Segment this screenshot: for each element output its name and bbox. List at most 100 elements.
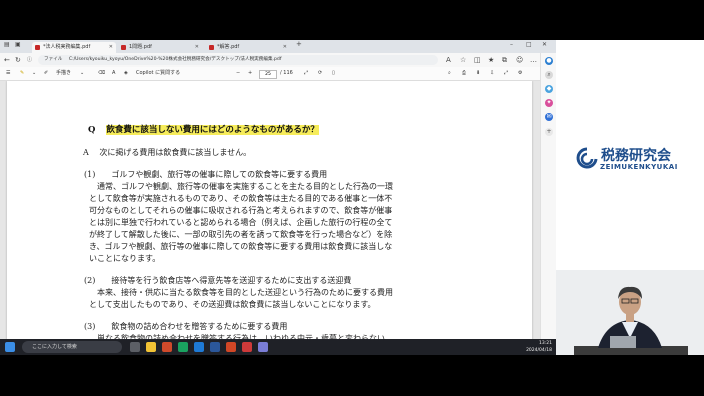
body-line: として飲食等が実施されるものであり、その飲食等は主たる目的である催事と一体不 (89, 194, 393, 203)
powerpoint-icon[interactable] (226, 342, 236, 352)
item-heading: (3) 飲食物の詰め合わせを贈答するために要する費用 (84, 322, 288, 331)
text-icon[interactable]: A (112, 68, 115, 79)
file-label: ファイル (44, 57, 63, 62)
clock-time: 13:21 (539, 341, 552, 346)
refresh-icon[interactable]: ↻ (15, 55, 21, 65)
page-view-icon[interactable]: ▯ (332, 68, 335, 79)
info-icon[interactable]: ⓘ (27, 55, 32, 65)
split-screen-icon[interactable]: ◫ (474, 55, 481, 65)
contents-icon[interactable]: ☰ (6, 68, 10, 79)
page-number-input[interactable]: 25 (259, 70, 277, 79)
pdf-icon (35, 45, 40, 50)
tab-pdf-1[interactable]: *法人税実務編集.pdf ✕ (32, 42, 116, 53)
outlook-icon[interactable]: ✉ (545, 113, 553, 121)
copilot-button[interactable]: Copilot に質問する (136, 68, 180, 79)
chevron-down-icon[interactable]: ⌄ (32, 68, 36, 79)
shared-screen: ▤ ▣ *法人税実務編集.pdf ✕ 1問題.pdf ✕ *解答.pdf ✕ +… (0, 40, 556, 355)
edge-icon[interactable] (194, 342, 204, 352)
save-as-icon[interactable]: ⇩ (490, 68, 494, 79)
pdf-page: Q 飲食費に該当しない費用にはどのようなものがあるか？ A 次に掲げる費用は飲食… (7, 81, 532, 355)
tab-label: 1問題.pdf (129, 44, 152, 50)
copilot-icon[interactable]: ● (545, 57, 553, 65)
back-icon[interactable]: ← (4, 55, 10, 65)
chevron-down-icon[interactable]: ⌄ (80, 68, 84, 79)
taskbar-clock[interactable]: 13:21 2024/04/18 (526, 340, 552, 354)
tab-label: *解答.pdf (217, 44, 240, 50)
draw-icon[interactable]: ✐ (44, 68, 48, 79)
search-icon[interactable]: ⌕ (448, 68, 451, 79)
highlight-icon[interactable]: ✎ (20, 68, 24, 79)
item-heading: (2) 接待等を行う飲食店等へ得意先等を送迎するために支出する送迎費 (84, 276, 352, 285)
question-heading: Q 飲食費に該当しない費用にはどのようなものがあるか？ (88, 123, 319, 135)
body-line: 可分なものとしてそれらの催事に吸収される行為と考えられますので、飲食等が催事 (89, 206, 393, 215)
body-line: 本来、接待・供応に当たる飲食等を目的とした送迎という行為のために要する費用 (89, 288, 393, 297)
browser-menu-icon[interactable]: ▤ (4, 41, 10, 48)
save-icon[interactable]: ⬇ (476, 68, 480, 79)
word-icon[interactable] (210, 342, 220, 352)
address-bar: ← ↻ ⓘ ファイル C:/Users/kyouiku_kyoyu/OneDri… (0, 53, 556, 67)
start-icon[interactable] (5, 342, 15, 352)
body-line: として支出したものであり、その送迎費は飲食費に該当しないことになります。 (89, 300, 376, 309)
url-field[interactable]: ファイル C:/Users/kyouiku_kyoyu/OneDrive%20-… (38, 55, 438, 65)
profile-icon[interactable]: ☺ (516, 55, 523, 65)
favorites-icon[interactable]: ★ (488, 55, 494, 65)
read-aloud-icon[interactable]: A (446, 55, 451, 65)
handwrite-button[interactable]: 手描き (56, 68, 71, 79)
acrobat-icon[interactable] (242, 342, 252, 352)
question-text: 飲食費に該当しない費用にはどのようなものがあるか？ (106, 125, 319, 135)
tools-icon[interactable]: ✦ (545, 99, 553, 107)
minimize-icon[interactable]: – (510, 41, 513, 48)
print-icon[interactable]: ⎙ (462, 68, 466, 79)
a-marker: A (83, 148, 89, 157)
tab-strip: ▤ ▣ *法人税実務編集.pdf ✕ 1問題.pdf ✕ *解答.pdf ✕ +… (0, 40, 556, 53)
q-marker: Q (88, 125, 96, 135)
page-total: / 116 (280, 70, 293, 76)
tab-pdf-2[interactable]: 1問題.pdf ✕ (118, 42, 202, 53)
office-icon[interactable] (162, 342, 172, 352)
tab-label: *法人税実務編集.pdf (43, 44, 91, 50)
item-heading: (1) ゴルフや観劇、旅行等の催事に際しての飲食等に要する費用 (84, 170, 328, 179)
close-icon[interactable]: ✕ (109, 42, 113, 53)
close-icon[interactable]: ✕ (195, 42, 199, 53)
url-text: C:/Users/kyouiku_kyoyu/OneDrive%20-%20株式… (68, 57, 282, 62)
close-icon[interactable]: ✕ (283, 42, 287, 53)
erase-icon[interactable]: ⌫ (98, 68, 105, 79)
fullscreen-icon[interactable]: ⤢ (504, 68, 508, 79)
zoom-in-icon[interactable]: + (248, 68, 252, 79)
maximize-icon[interactable]: □ (526, 41, 532, 48)
pdf-toolbar: ☰ ✎ ⌄ ✐ 手描き ⌄ ⌫ A ◈ Copilot に質問する − + 25… (0, 67, 556, 81)
presenter-image (556, 270, 704, 355)
logo-mark-icon (576, 147, 598, 169)
taskbar-search[interactable]: ここに入力して検索 (22, 341, 122, 353)
close-window-icon[interactable]: ✕ (542, 41, 547, 48)
body-line: が終了して解散した後に、一部の取引先の者を誘って飲食等を行った場合など）を除 (89, 230, 393, 239)
letterbox-top (0, 0, 704, 40)
fit-icon[interactable]: ⤢ (304, 68, 308, 79)
logo-subtext: ZEIMUKENKYUKAI (600, 163, 678, 171)
body-line: とは別に単独で行われていると認められる場合（例えば、企画した旅行の行程の全て (89, 218, 393, 227)
presenter-video (556, 270, 704, 355)
body-line: き、ゴルフや観劇、旅行等の催事に際しての飲食等に要する費用は飲食費に該当しな (89, 242, 393, 251)
shopping-icon[interactable]: ◆ (545, 85, 553, 93)
rotate-icon[interactable]: ⟳ (318, 68, 322, 79)
pdf-icon (209, 45, 214, 50)
collections-icon[interactable]: ⧉ (502, 55, 507, 65)
teams-icon[interactable] (258, 342, 268, 352)
answer-text: 次に掲げる費用は飲食費に該当しません。 (99, 148, 252, 157)
add-icon[interactable]: + (545, 128, 553, 136)
settings-icon[interactable]: ⚙ (518, 68, 522, 79)
zoom-out-icon[interactable]: − (236, 68, 240, 79)
body-line: いことになります。 (89, 254, 161, 263)
chrome-icon[interactable] (178, 342, 188, 352)
workspaces-icon[interactable]: ▣ (15, 41, 21, 48)
explorer-icon[interactable] (146, 342, 156, 352)
new-tab-button[interactable]: + (296, 40, 302, 48)
pdf-viewport[interactable]: Q 飲食費に該当しない費用にはどのようなものがあるか？ A 次に掲げる費用は飲食… (0, 81, 540, 355)
search-icon[interactable]: ⌕ (545, 71, 553, 79)
tab-pdf-3[interactable]: *解答.pdf ✕ (206, 42, 290, 53)
logo-text: 税務研究会 (601, 148, 671, 164)
favorite-icon[interactable]: ☆ (460, 55, 466, 65)
more-icon[interactable]: … (530, 55, 537, 65)
task-view-icon[interactable] (130, 342, 140, 352)
copilot-icon[interactable]: ◈ (124, 68, 128, 79)
